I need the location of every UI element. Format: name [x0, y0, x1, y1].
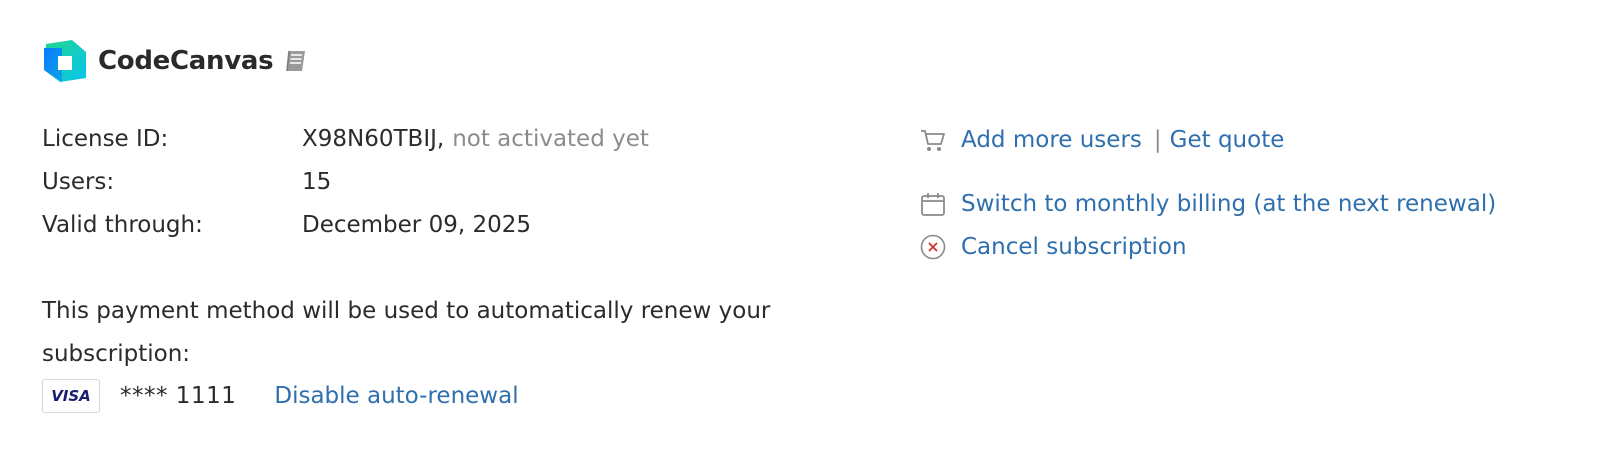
license-id-value: X98N60TBIJ,	[302, 126, 445, 152]
users-row: Users: 15	[42, 161, 649, 204]
book-icon[interactable]	[283, 48, 309, 74]
cancel-subscription-row: Cancel subscription	[918, 227, 1187, 267]
link-separator: |	[1153, 127, 1162, 153]
visa-card-icon: VISA	[42, 379, 100, 413]
product-header: CodeCanvas	[42, 38, 309, 84]
switch-monthly-billing-link[interactable]: Switch to monthly billing (at the next r…	[961, 191, 1496, 217]
disable-auto-renewal-link[interactable]: Disable auto-renewal	[274, 383, 518, 409]
users-label: Users:	[42, 169, 115, 195]
payment-card-row: VISA **** 1111 Disable auto-renewal	[42, 376, 519, 416]
product-name: CodeCanvas	[98, 46, 274, 76]
valid-through-value: December 09, 2025	[302, 212, 532, 238]
users-value: 15	[302, 169, 332, 195]
license-id-label: License ID:	[42, 126, 169, 152]
valid-through-row: Valid through: December 09, 2025	[42, 204, 649, 247]
switch-billing-row: Switch to monthly billing (at the next r…	[918, 184, 1496, 224]
add-more-users-link[interactable]: Add more users	[961, 127, 1142, 153]
cart-icon	[918, 125, 948, 155]
activation-status: not activated yet	[452, 126, 649, 152]
calendar-icon	[918, 189, 948, 219]
get-quote-link[interactable]: Get quote	[1170, 127, 1285, 153]
payment-method-description: This payment method will be used to auto…	[42, 298, 771, 367]
cancel-icon	[918, 232, 948, 262]
valid-through-label: Valid through:	[42, 212, 203, 238]
add-users-row: Add more users | Get quote	[918, 120, 1284, 160]
license-id-row: License ID: X98N60TBIJ, not activated ye…	[42, 118, 649, 161]
codecanvas-logo-icon	[42, 38, 88, 84]
license-details: License ID: X98N60TBIJ, not activated ye…	[42, 118, 649, 247]
cancel-subscription-link[interactable]: Cancel subscription	[961, 234, 1187, 260]
card-number: **** 1111	[120, 383, 237, 409]
